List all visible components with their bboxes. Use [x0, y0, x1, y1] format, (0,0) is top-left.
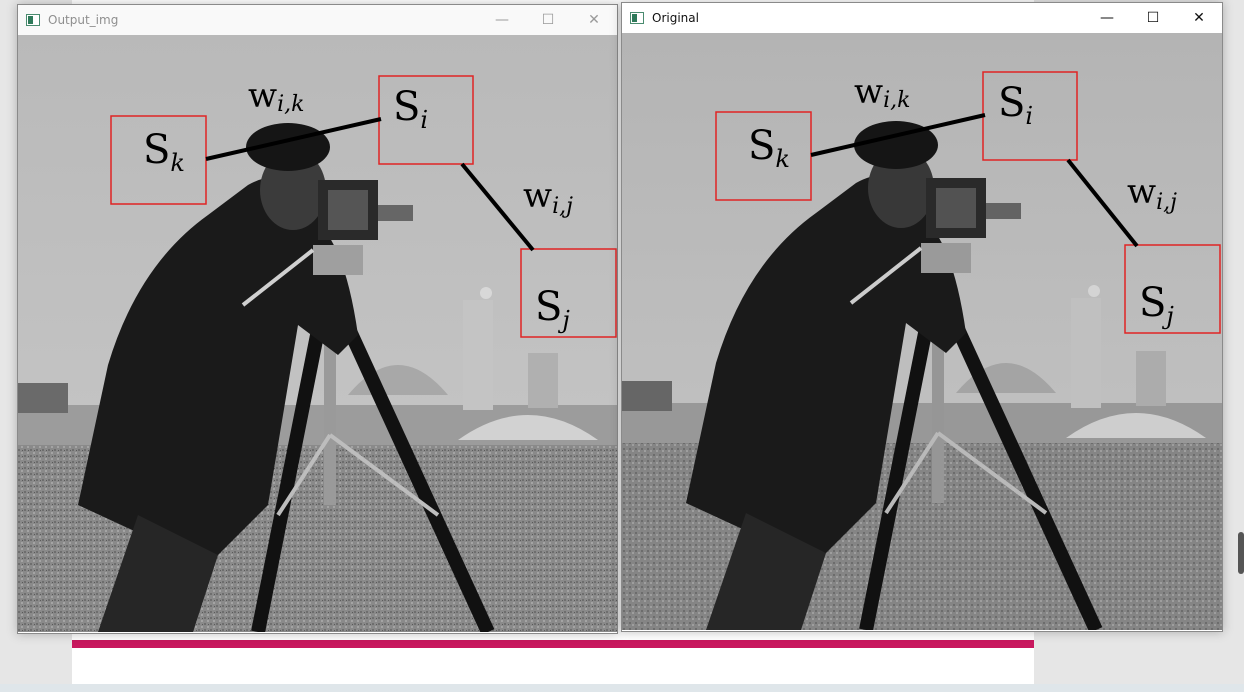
label-w-ik: w [248, 76, 277, 116]
maximize-button[interactable]: ☐ [525, 5, 571, 35]
minimize-button[interactable]: — [1084, 3, 1130, 33]
cameraman-image: Sk Si Sj wi,k wi,j [18, 35, 617, 632]
label-s-i-sub: i [420, 106, 428, 134]
image-canvas[interactable]: Sk Si Sj wi,k wi,j [18, 35, 617, 632]
label-w-ij-sub: i,j [1156, 190, 1177, 215]
label-w-ik-sub: i,k [883, 88, 910, 113]
minimize-icon: — [495, 12, 509, 28]
label-w-ij-sub: i,j [552, 194, 573, 219]
original-window[interactable]: Original — ☐ ✕ Sk Si Sj wi,k wi,j [621, 2, 1223, 632]
image-canvas[interactable]: Sk Si Sj wi,k wi,j [622, 33, 1222, 630]
app-icon [26, 14, 40, 26]
maximize-icon: ☐ [541, 12, 555, 28]
title-bar[interactable]: Original — ☐ ✕ [622, 3, 1222, 33]
minimize-button[interactable]: — [479, 5, 525, 35]
title-bar[interactable]: Output_img — ☐ ✕ [18, 5, 617, 35]
background-scrollbar-thumb[interactable] [1238, 532, 1244, 574]
label-s-k-sub: k [775, 145, 790, 173]
label-s-k: S [748, 123, 775, 169]
maximize-button[interactable]: ☐ [1130, 3, 1176, 33]
label-w-ik: w [854, 72, 883, 112]
maximize-icon: ☐ [1146, 10, 1160, 26]
close-button[interactable]: ✕ [571, 5, 617, 35]
label-s-k-sub: k [170, 149, 185, 177]
background-accent-stripe [72, 640, 1034, 648]
output-img-window[interactable]: Output_img — ☐ ✕ Sk Si Sj wi,k wi,j [17, 4, 618, 634]
label-s-i: S [393, 84, 420, 130]
label-s-i: S [998, 80, 1025, 126]
label-w-ik-sub: i,k [277, 92, 304, 117]
label-s-j: S [1139, 280, 1166, 326]
window-title: Output_img [48, 13, 119, 27]
label-s-k: S [143, 127, 170, 173]
taskbar-edge [0, 684, 1244, 692]
cameraman-image: Sk Si Sj wi,k wi,j [622, 33, 1222, 630]
close-icon: ✕ [588, 12, 600, 28]
label-w-ij: w [1127, 172, 1156, 212]
app-icon [630, 12, 644, 24]
label-w-ij: w [523, 176, 552, 216]
window-title: Original [652, 11, 699, 25]
close-button[interactable]: ✕ [1176, 3, 1222, 33]
label-s-i-sub: i [1025, 102, 1033, 130]
label-s-j: S [535, 284, 562, 330]
close-icon: ✕ [1193, 10, 1205, 26]
minimize-icon: — [1100, 10, 1114, 26]
